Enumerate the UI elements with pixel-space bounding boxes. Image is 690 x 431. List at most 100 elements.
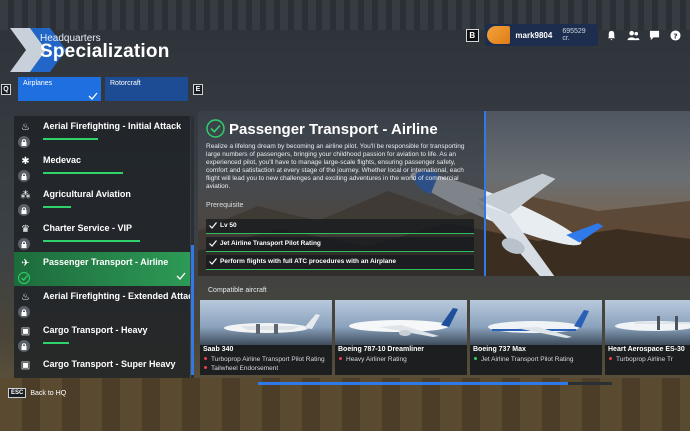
prerequisite-text: Perform flights with full ATC procedures… (220, 258, 396, 265)
check-circle-icon (206, 119, 225, 138)
lock-icon (18, 340, 30, 352)
compatible-aircraft-label: Compatible aircraft (208, 287, 267, 294)
q-key-hint: Q (1, 84, 11, 95)
progress-bar (43, 240, 140, 242)
list-item-active[interactable]: ✈ Passenger Transport - Airline (14, 252, 190, 286)
requirement-text: Heavy Airliner Rating (346, 356, 407, 363)
aircraft-name: Saab 340 (203, 346, 234, 353)
avatar (486, 26, 511, 44)
missing-dot-icon (609, 357, 612, 360)
cargo-box-icon: ▣ (20, 326, 31, 337)
item-label: Aerial Firefighting - Extended Attack (43, 291, 190, 301)
credits: 695529 cr. (562, 28, 586, 42)
item-label: Agricultural Aviation (43, 189, 131, 199)
check-icon (209, 222, 217, 229)
item-label: Cargo Transport - Heavy (43, 325, 148, 335)
list-item[interactable]: ▣ Cargo Transport - Super Heavy (14, 354, 190, 378)
requirement-text: Jet Airline Transport Pilot Rating (481, 356, 574, 363)
aircraft-card[interactable]: Saab 340 Turboprop Airline Transport Pil… (200, 300, 332, 375)
item-label: Cargo Transport - Super Heavy (43, 359, 176, 369)
item-label: Passenger Transport - Airline (43, 257, 169, 267)
check-icon (209, 240, 217, 247)
aircraft-image (200, 300, 332, 345)
item-label: Aerial Firefighting - Initial Attack (43, 121, 182, 131)
item-label: Charter Service - VIP (43, 223, 133, 233)
b-key-hint: B (466, 28, 479, 42)
aircraft-requirement: Jet Airline Transport Pilot Rating (473, 356, 574, 363)
lock-icon (18, 238, 30, 250)
airliner-icon: ✈ (21, 258, 30, 269)
help-icon[interactable]: ? (668, 27, 683, 43)
list-item[interactable]: ⁂ Agricultural Aviation (14, 184, 190, 218)
progress-bar (43, 172, 123, 174)
aircraft-requirement: Heavy Airliner Rating (338, 356, 407, 363)
detail-description: Realize a lifelong dream by becoming an … (206, 143, 465, 190)
prerequisite-item: Jet Airline Transport Pilot Rating (206, 237, 474, 252)
svg-text:?: ? (674, 31, 678, 40)
cargo-box-icon: ▣ (20, 360, 31, 371)
friends-icon[interactable] (626, 27, 641, 43)
lock-icon (18, 170, 30, 182)
missing-dot-icon (204, 357, 207, 360)
progress-bar (43, 206, 71, 208)
aircraft-card[interactable]: Boeing 737 Max Jet Airline Transport Pil… (470, 300, 602, 375)
aircraft-card[interactable]: Boeing 787-10 Dreamliner Heavy Airliner … (335, 300, 467, 375)
aircraft-image (470, 300, 602, 345)
aircraft-scrollbar-thumb[interactable] (258, 382, 568, 385)
list-item[interactable]: ♛ Charter Service - VIP (14, 218, 190, 252)
crown-icon: ♛ (21, 224, 30, 235)
missing-dot-icon (204, 366, 207, 369)
lock-icon (18, 204, 30, 216)
requirement-text: Turboprop Airline Tr (616, 356, 673, 363)
item-label: Medevac (43, 155, 82, 165)
tab-label: Rotorcraft (110, 80, 141, 87)
specialization-list: ♨ Aerial Firefighting - Initial Attack ✱… (14, 116, 190, 378)
list-scrollbar-thumb[interactable] (191, 245, 194, 375)
check-icon (176, 272, 186, 280)
crop-icon: ⁂ (20, 190, 31, 201)
met-dot-icon (474, 357, 477, 360)
detail-title: Passenger Transport - Airline (229, 121, 438, 138)
tab-airplanes[interactable]: Airplanes (18, 77, 101, 101)
aircraft-requirement: Turboprop Airline Tr (608, 356, 673, 363)
aircraft-name: Boeing 737 Max (473, 346, 526, 353)
tab-rotorcraft[interactable]: Rotorcraft (105, 77, 188, 101)
e-key-hint: E (193, 84, 203, 95)
list-item[interactable]: ♨ Aerial Firefighting - Initial Attack (14, 116, 190, 150)
list-item[interactable]: ♨ Aerial Firefighting - Extended Attack (14, 286, 190, 320)
back-label: Back to HQ (30, 389, 67, 397)
aircraft-requirement: Turboprop Airline Transport Pilot Rating (203, 356, 325, 363)
user-profile[interactable]: mark9804 695529 cr. (484, 24, 599, 46)
hangar-floor (0, 378, 690, 431)
prerequisite-text: Jet Airline Transport Pilot Rating (220, 240, 321, 247)
lock-icon (18, 136, 30, 148)
aircraft-name: Heart Aerospace ES-30 (608, 346, 685, 353)
fire-icon: ♨ (21, 292, 30, 303)
requirement-text: Tailwheel Endorsement (211, 365, 279, 372)
chat-icon[interactable] (647, 27, 662, 43)
list-item[interactable]: ✱ Medevac (14, 150, 190, 184)
check-circle-icon (18, 272, 30, 284)
list-item[interactable]: ▣ Cargo Transport - Heavy (14, 320, 190, 354)
missing-dot-icon (339, 357, 342, 360)
aircraft-name: Boeing 787-10 Dreamliner (338, 346, 424, 353)
aircraft-requirement: Tailwheel Endorsement (203, 365, 278, 372)
bell-icon[interactable] (604, 27, 619, 43)
fire-icon: ♨ (21, 122, 30, 133)
aircraft-card[interactable]: Heart Aerospace ES-30 Turboprop Airline … (605, 300, 690, 375)
prerequisite-label: Prerequisite (206, 202, 244, 209)
username: mark9804 (515, 30, 553, 40)
check-icon (209, 258, 217, 265)
progress-bar (43, 138, 98, 140)
check-icon (88, 92, 98, 100)
esc-key-hint: ESC (8, 388, 27, 398)
lock-icon (18, 306, 30, 318)
top-bar: B mark9804 695529 cr. ? (466, 24, 690, 46)
back-to-hq-button[interactable]: ESC Back to HQ (8, 386, 66, 400)
page-title: Specialization (40, 41, 170, 62)
aircraft-image (605, 300, 690, 345)
aircraft-image (335, 300, 467, 345)
prerequisite-text: Lv 50 (220, 222, 237, 229)
tab-label: Airplanes (23, 80, 53, 87)
requirement-text: Turboprop Airline Transport Pilot Rating (211, 356, 325, 363)
